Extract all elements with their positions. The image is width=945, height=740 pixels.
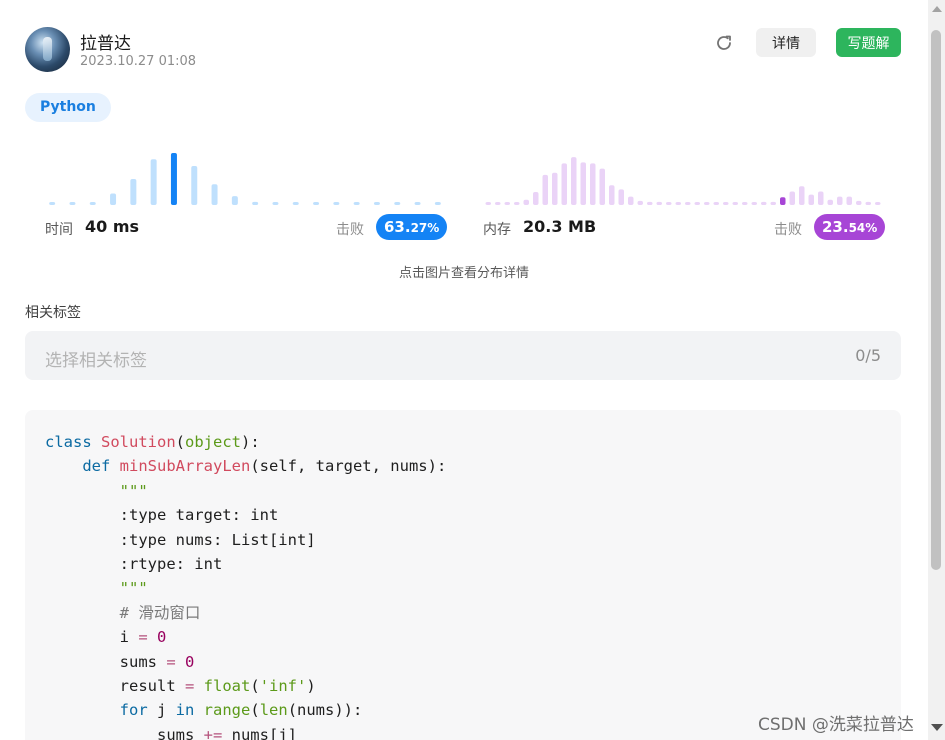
distribution-bar (685, 202, 691, 205)
distribution-bar (514, 202, 520, 205)
memory-label: 内存 (483, 222, 511, 238)
distribution-bar (865, 201, 871, 205)
distribution-bar (211, 184, 218, 205)
distribution-bar (789, 191, 795, 205)
distribution-hint[interactable]: 点击图片查看分布详情 (0, 262, 928, 281)
username[interactable]: 拉普达 (80, 29, 131, 54)
memory-value: 20.3 MB (523, 217, 597, 236)
distribution-bar (732, 202, 738, 205)
memory-beat-percent: 23.54% (814, 214, 886, 240)
watermark: CSDN @洗菜拉普达 (758, 715, 914, 735)
scrollbar[interactable] (928, 0, 945, 740)
distribution-bar (694, 202, 700, 205)
avatar[interactable] (25, 27, 70, 72)
scroll-up-arrow-icon[interactable] (932, 6, 942, 12)
distribution-bar (704, 202, 710, 205)
scroll-down-arrow-icon[interactable] (931, 724, 943, 731)
memory-distribution-chart[interactable] (483, 145, 883, 205)
related-tags-select[interactable]: 选择相关标签 0/5 (25, 331, 901, 380)
language-tag[interactable]: Python (25, 93, 111, 122)
write-solution-button[interactable]: 写题解 (836, 28, 901, 57)
distribution-bar (856, 200, 862, 205)
distribution-bar (590, 163, 596, 205)
runtime-beat-percent: 63.27% (376, 214, 448, 240)
distribution-bar (761, 201, 767, 205)
distribution-bar (552, 172, 558, 205)
distribution-bar (751, 202, 757, 205)
distribution-bar (580, 162, 586, 205)
distribution-bar (272, 202, 279, 205)
distribution-bar (150, 159, 157, 205)
runtime-beat-label: 击败 (336, 222, 364, 238)
distribution-bar (770, 201, 776, 205)
refresh-icon[interactable] (713, 32, 735, 54)
distribution-bar (373, 202, 380, 205)
distribution-bar (110, 193, 117, 205)
related-tags-title: 相关标签 (25, 305, 81, 321)
distribution-bar (170, 153, 177, 205)
distribution-bar (523, 199, 529, 205)
distribution-bar (434, 202, 441, 205)
distribution-bar (292, 202, 299, 205)
distribution-bar (533, 192, 539, 205)
distribution-bar (637, 200, 643, 205)
distribution-bar (723, 202, 729, 205)
distribution-bar (252, 201, 259, 205)
scrollbar-thumb[interactable] (931, 30, 941, 570)
runtime-distribution-chart[interactable] (45, 145, 445, 205)
distribution-bar (69, 202, 76, 205)
distribution-bar (846, 196, 852, 205)
distribution-bar (571, 157, 577, 205)
distribution-bar (485, 202, 491, 205)
distribution-bar (827, 199, 833, 205)
distribution-bar (742, 202, 748, 205)
distribution-bar (49, 202, 56, 205)
runtime-label: 时间 (45, 222, 73, 238)
distribution-bar (675, 202, 681, 205)
submission-card: 拉普达 2023.10.27 01:08 详情 写题解 Python 时间 40… (0, 0, 928, 740)
tags-count: 0/5 (855, 346, 881, 365)
distribution-bar (542, 174, 548, 205)
distribution-bar (808, 194, 814, 205)
distribution-bar (647, 201, 653, 205)
distribution-bar (495, 202, 501, 205)
distribution-bar (561, 163, 567, 205)
distribution-bar (818, 191, 824, 205)
distribution-bar (231, 196, 238, 205)
code-content: class Solution(object): def minSubArrayL… (45, 433, 447, 740)
distribution-bar (609, 185, 615, 205)
code-block[interactable]: class Solution(object): def minSubArrayL… (25, 410, 901, 740)
distribution-bar (875, 202, 881, 205)
distribution-bar (799, 186, 805, 205)
distribution-bar (628, 196, 634, 205)
distribution-bar (333, 202, 340, 205)
distribution-bar (666, 202, 672, 205)
distribution-bar (313, 202, 320, 205)
tags-placeholder: 选择相关标签 (45, 351, 147, 371)
distribution-bar (599, 168, 605, 205)
distribution-bar (130, 179, 137, 205)
distribution-bar (656, 201, 662, 205)
memory-beat-label: 击败 (774, 222, 802, 238)
distribution-bar (353, 202, 360, 205)
distribution-bar (89, 202, 96, 205)
distribution-bar (191, 166, 198, 205)
detail-button[interactable]: 详情 (756, 28, 816, 57)
distribution-bar (504, 202, 510, 205)
distribution-bar (837, 196, 843, 205)
runtime-value: 40 ms (85, 217, 140, 236)
submission-datetime: 2023.10.27 01:08 (80, 54, 197, 69)
distribution-bar (780, 197, 786, 205)
distribution-bar (394, 202, 401, 205)
distribution-bar (414, 202, 421, 205)
distribution-bar (713, 202, 719, 205)
distribution-bar (618, 189, 624, 205)
